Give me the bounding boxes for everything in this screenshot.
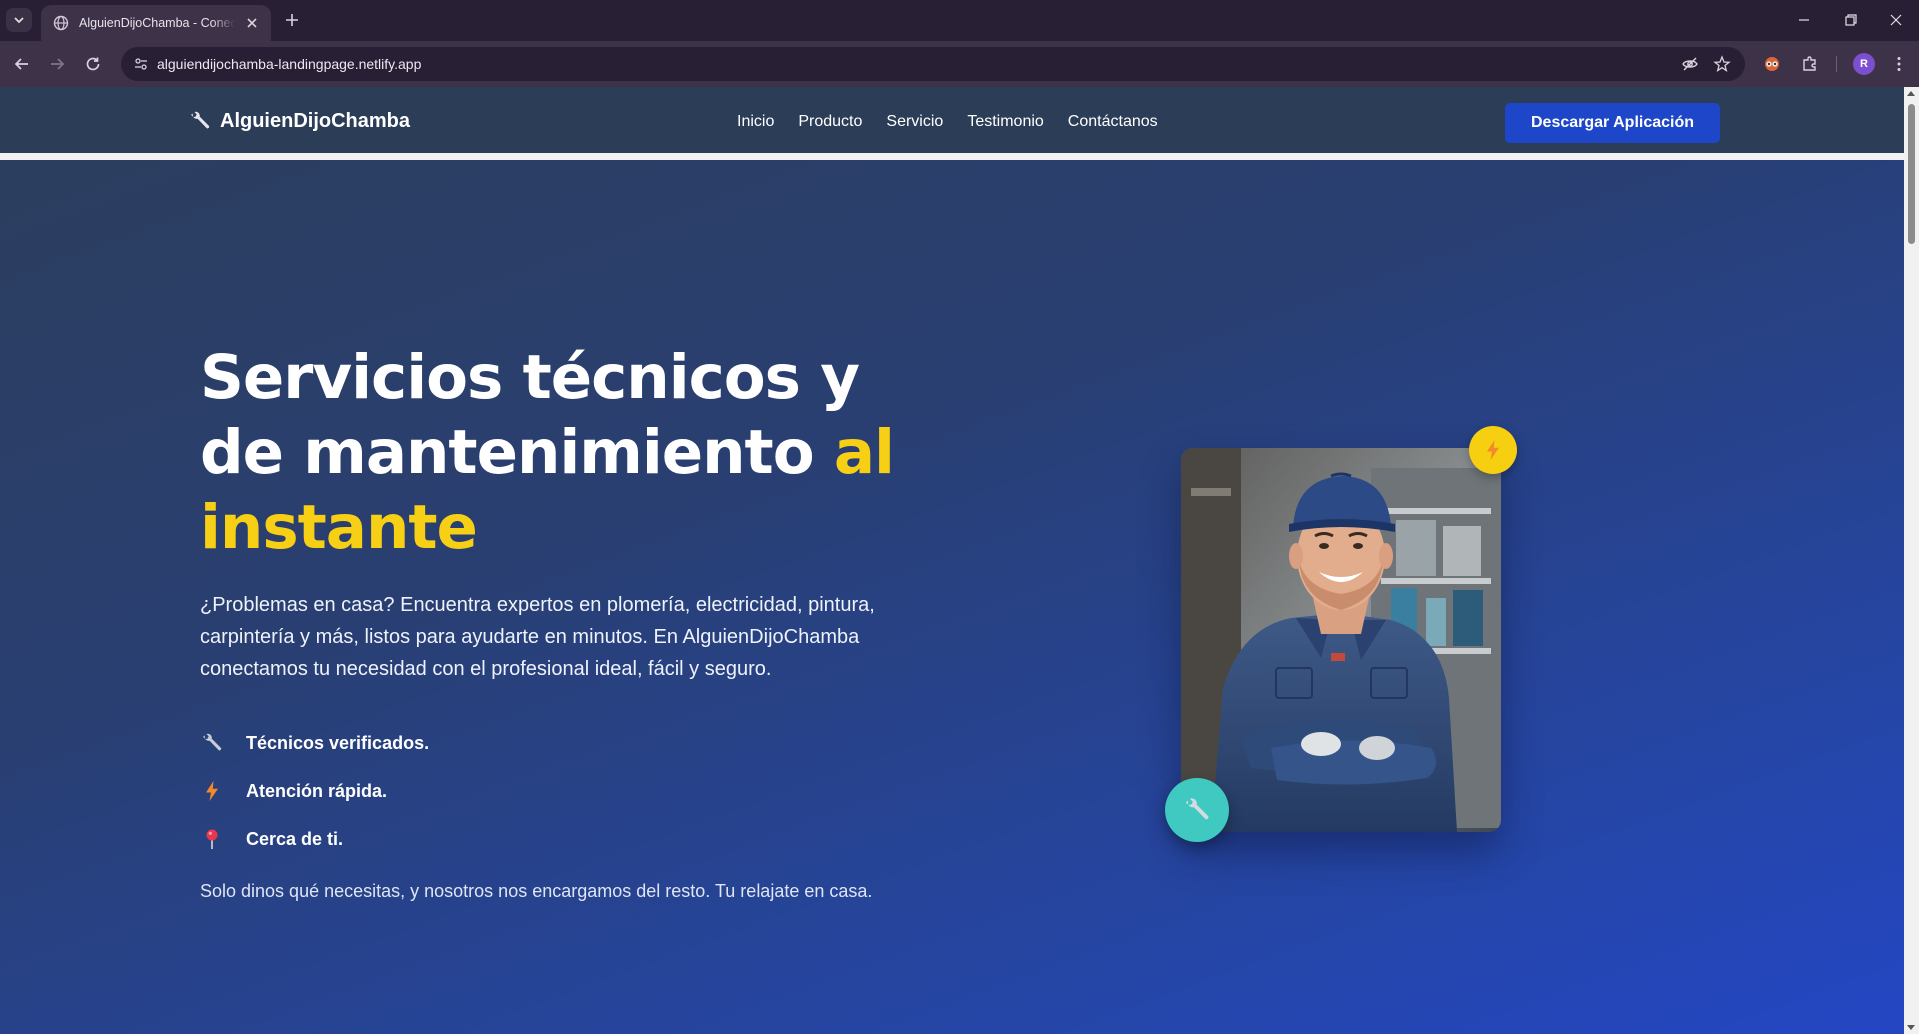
feature-list: Técnicos verificados. Atención rápida. C… [200, 719, 429, 863]
back-arrow-icon[interactable] [13, 55, 31, 73]
wrench-icon [1185, 798, 1209, 820]
feature-text: Atención rápida. [246, 780, 388, 801]
close-icon[interactable] [245, 16, 259, 30]
brand-name: AlguienDijoChamba [220, 109, 411, 132]
lightning-icon [200, 779, 224, 803]
extension-gauge-icon[interactable] [1762, 54, 1782, 74]
globe-icon [53, 15, 69, 31]
technician-illustration [1181, 448, 1501, 832]
star-icon[interactable] [1713, 55, 1731, 73]
nav-contactanos[interactable]: Contáctanos [1068, 113, 1158, 131]
hero-footnote: Solo dinos qué necesitas, y nosotros nos… [200, 881, 873, 901]
tab-title: AlguienDijoChamba - Conectamos [79, 16, 235, 30]
eye-off-icon[interactable] [1681, 55, 1699, 73]
main-nav: Inicio Producto Servicio Testimonio Cont… [737, 113, 1158, 131]
nav-producto[interactable]: Producto [798, 113, 862, 131]
nav-testimonio[interactable]: Testimonio [967, 113, 1043, 131]
minimize-icon[interactable] [1796, 12, 1812, 28]
lightning-icon [1487, 440, 1499, 460]
hero-title-main: Servicios técnicos y de mantenimiento [200, 342, 860, 488]
scroll-up-arrow[interactable] [1907, 91, 1915, 96]
wrench-icon [200, 731, 224, 755]
page-viewport: AlguienDijoChamba Inicio Producto Servic… [0, 87, 1919, 1034]
technician-photo [1181, 448, 1501, 832]
hero-description: ¿Problemas en casa? Encuentra expertos e… [200, 594, 875, 680]
wrench-badge [1165, 778, 1229, 842]
wrench-icon [191, 111, 210, 129]
site-header: AlguienDijoChamba Inicio Producto Servic… [0, 87, 1904, 160]
hero-title: Servicios técnicos y de mantenimiento al… [200, 340, 960, 565]
tab-search-button[interactable] [6, 8, 32, 32]
feature-item: Cerca de ti. [200, 815, 429, 863]
feature-text: Técnicos verificados. [246, 732, 430, 753]
lightning-badge [1469, 426, 1517, 474]
feature-text: Cerca de ti. [246, 828, 344, 849]
nav-servicio[interactable]: Servicio [886, 113, 943, 131]
browser-tab-active[interactable]: AlguienDijoChamba - Conectamos [41, 5, 271, 41]
download-app-button[interactable]: Descargar Aplicación [1505, 103, 1720, 143]
new-tab-icon[interactable] [283, 11, 301, 29]
browser-tab-bar: AlguienDijoChamba - Conectamos [0, 0, 1919, 41]
site-settings-icon[interactable] [133, 56, 149, 72]
kebab-menu-icon[interactable] [1889, 54, 1909, 74]
nav-inicio[interactable]: Inicio [737, 113, 774, 131]
reload-icon[interactable] [84, 55, 102, 73]
scrollbar-thumb[interactable] [1908, 104, 1915, 244]
scroll-down-arrow[interactable] [1907, 1025, 1915, 1030]
page-scrollbar[interactable] [1904, 87, 1919, 1034]
browser-toolbar: alguiendijochamba-landingpage.netlify.ap… [0, 41, 1919, 87]
profile-avatar[interactable]: R [1853, 53, 1875, 75]
feature-item: Atención rápida. [200, 767, 429, 815]
forward-arrow-icon[interactable] [48, 55, 66, 73]
feature-item: Técnicos verificados. [200, 719, 429, 767]
brand-logo[interactable]: AlguienDijoChamba [188, 109, 410, 133]
address-bar[interactable]: alguiendijochamba-landingpage.netlify.ap… [121, 47, 1745, 81]
chevron-down-icon [14, 17, 24, 24]
restore-icon[interactable] [1843, 12, 1859, 28]
pin-icon [200, 827, 224, 851]
window-close-icon[interactable] [1888, 12, 1904, 28]
puzzle-extensions-icon[interactable] [1800, 54, 1820, 74]
url-text[interactable]: alguiendijochamba-landingpage.netlify.ap… [157, 56, 421, 72]
toolbar-separator [1836, 56, 1837, 72]
